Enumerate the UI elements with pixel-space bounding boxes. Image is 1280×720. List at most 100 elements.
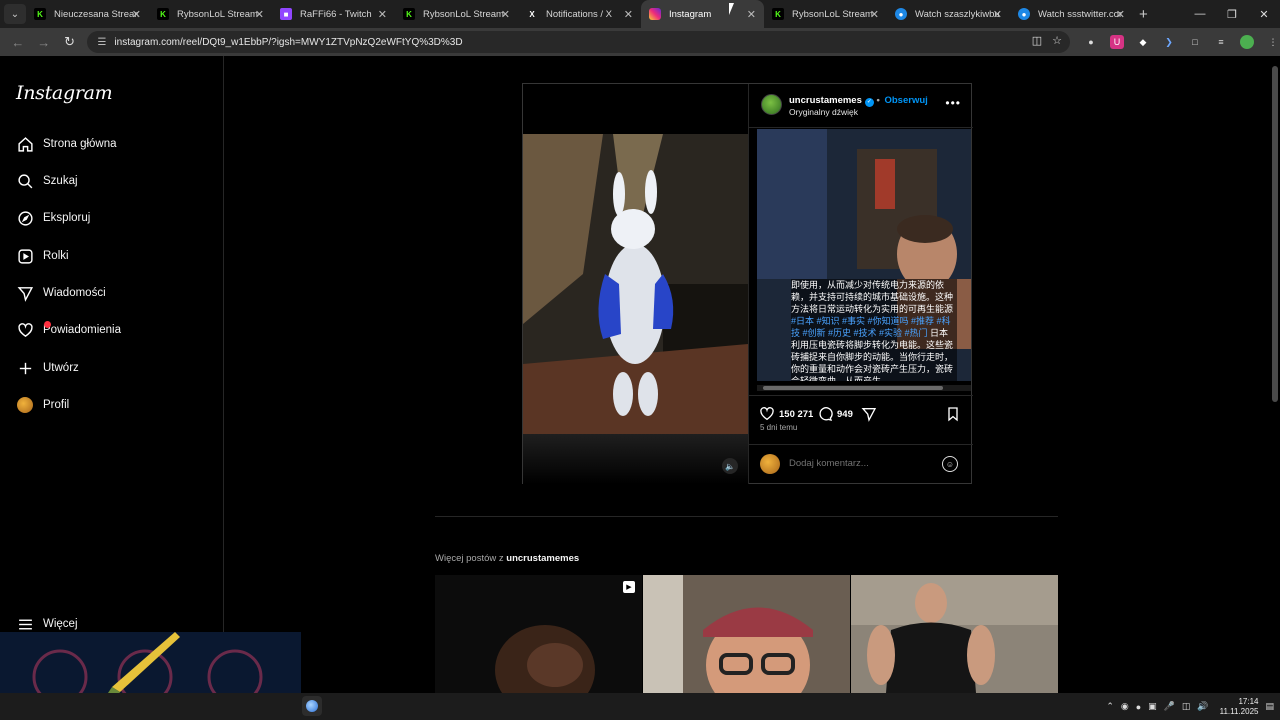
horizontal-scrollbar[interactable] <box>757 385 971 391</box>
extension-icon[interactable]: ● <box>1084 35 1098 49</box>
reel-video[interactable]: 🔈 <box>523 84 748 484</box>
install-app-icon[interactable]: ◫ <box>1032 34 1042 47</box>
extension-icon[interactable]: ◆ <box>1136 35 1150 49</box>
reload-button[interactable]: ↻ <box>58 30 82 54</box>
discord-icon[interactable]: ◉ <box>1121 701 1129 712</box>
tab-close-icon[interactable]: ✕ <box>1116 8 1125 21</box>
post-time[interactable]: 5 dni temu <box>760 423 797 432</box>
reading-list-icon[interactable]: ≡ <box>1214 35 1228 49</box>
author-avatar[interactable] <box>761 94 782 115</box>
microphone-icon[interactable]: 🎤 <box>1164 701 1175 712</box>
bookmark-star-icon[interactable]: ☆ <box>1052 34 1062 47</box>
twitch-icon: ■ <box>280 8 292 20</box>
tab-close-icon[interactable]: ✕ <box>501 8 510 21</box>
nav-label: Powiadomienia <box>43 324 121 336</box>
tab-close-icon[interactable]: ✕ <box>624 8 633 21</box>
extensions-puzzle-icon[interactable]: □ <box>1188 35 1202 49</box>
browser-tab[interactable]: K Nieuczesana Stream ✕ <box>26 0 149 28</box>
tab-close-icon[interactable]: ✕ <box>255 8 264 21</box>
new-tab-button[interactable]: + <box>1139 6 1148 23</box>
url-text: instagram.com/reel/DQt9_w1EbbP/?igsh=MWY… <box>114 36 463 48</box>
nav-label: Rolki <box>43 250 69 262</box>
browser-tab[interactable]: K RybsonLoL Stream - …✕ <box>149 0 272 28</box>
thumbnail-image <box>643 575 850 693</box>
browser-tab[interactable]: K RybsonLoL Stream - …✕ <box>395 0 518 28</box>
tab-close-icon[interactable]: ✕ <box>993 8 1002 21</box>
more-options-icon[interactable]: ••• <box>945 96 961 110</box>
extension-icon[interactable]: ❯ <box>1162 35 1176 49</box>
comments-area[interactable]: 即使用，从而减少对传统电力来源的依赖，并支持可持续的城市基础设施。这种方法将日常… <box>749 129 973 395</box>
extensions-bar: ● U ◆ ❯ □ ≡ ⋮ <box>1084 35 1280 49</box>
current-user-avatar <box>760 454 780 474</box>
messages-icon <box>16 284 34 302</box>
notifications-icon[interactable]: ▤ <box>1265 701 1274 712</box>
comment-input[interactable]: Dodaj komentarz... <box>789 458 869 469</box>
tab-close-icon[interactable]: ✕ <box>870 8 879 21</box>
tab-search-button[interactable]: ⌄ <box>4 4 26 24</box>
browser-tab[interactable]: ● Watch ssstwitter.com ✕ <box>1010 0 1133 28</box>
extension-icon[interactable]: U <box>1109 35 1124 49</box>
clock-time: 17:14 <box>1238 696 1259 706</box>
nav-explore[interactable]: Eksploruj <box>16 206 90 230</box>
taskbar-app-icon[interactable] <box>302 696 322 716</box>
maximize-button[interactable]: ❐ <box>1216 0 1248 28</box>
nav-reels[interactable]: Rolki <box>16 244 69 268</box>
nav-search[interactable]: Szukaj <box>16 169 78 193</box>
site-info-icon[interactable]: ☰ <box>97 37 106 48</box>
volume-icon[interactable]: 🔊 <box>1197 701 1208 712</box>
nav-messages[interactable]: Wiadomości <box>16 281 106 305</box>
profile-avatar-icon[interactable] <box>1239 35 1254 49</box>
back-button[interactable]: ← <box>6 30 30 54</box>
emoji-icon[interactable]: ☺ <box>942 456 958 472</box>
caption-text: 即使用，从而减少对传统电力来源的依赖，并支持可持续的城市基础设施。这种方法将日常… <box>791 280 954 314</box>
tab-label: Watch ssstwitter.com <box>1038 8 1122 20</box>
share-icon <box>861 408 877 422</box>
instagram-logo[interactable]: Instagram <box>16 82 113 104</box>
comments-count: 949 <box>837 408 853 420</box>
tab-close-icon[interactable]: ✕ <box>378 8 387 21</box>
browser-tab[interactable]: K RybsonLoL Stream - …✕ <box>764 0 887 28</box>
nav-label: Strona główna <box>43 138 117 150</box>
tab-close-icon[interactable]: ✕ <box>132 8 141 21</box>
comment-action[interactable]: 949 <box>817 406 853 422</box>
post-card: 🔈 uncrustamemes ✓ • Obserwuj Oryginalny d… <box>522 83 973 484</box>
share-action[interactable] <box>861 406 881 422</box>
browser-tab[interactable]: Instagram ✕ <box>641 0 764 28</box>
tray-chevron-icon[interactable]: ⌃ <box>1106 701 1114 712</box>
browser-menu-icon[interactable]: ⋮ <box>1266 35 1280 49</box>
kick-icon: K <box>34 8 46 20</box>
page-scrollbar[interactable] <box>1270 56 1280 696</box>
network-icon[interactable]: ◫ <box>1182 701 1191 712</box>
nav-notifications[interactable]: Powiadomienia <box>16 318 121 342</box>
taskbar-clock[interactable]: 17:14 11.11.2025 <box>1220 697 1259 717</box>
browser-tab[interactable]: ● Watch szaszlykiwbuk ✕ <box>887 0 1010 28</box>
system-tray: ⌃ ◉ ● ▣ 🎤 ◫ 🔊 17:14 11.11.2025 ▤ <box>1106 693 1274 720</box>
more-posts-prefix: Więcej postów z <box>435 553 507 564</box>
browser-tab[interactable]: ■ RaFFi66 - Twitch ✕ <box>272 0 395 28</box>
thumbnail-image <box>851 575 1058 693</box>
audio-link[interactable]: Oryginalny dźwięk <box>789 107 858 117</box>
browser-tab[interactable]: X Notifications / X ✕ <box>518 0 641 28</box>
reel-badge-icon: ▶ <box>623 581 635 593</box>
address-bar[interactable]: ☰ instagram.com/reel/DQt9_w1EbbP/?igsh=M… <box>87 31 1070 53</box>
more-post-thumbnail[interactable] <box>643 575 850 693</box>
tab-close-icon[interactable]: ✕ <box>747 8 756 21</box>
nav-home[interactable]: Strona główna <box>16 132 117 156</box>
more-posts-user[interactable]: uncrustamemes <box>506 553 579 564</box>
post-header: uncrustamemes ✓ • Obserwuj Oryginalny dźw… <box>749 84 973 128</box>
like-action[interactable]: 150 271 <box>759 406 813 422</box>
minimize-button[interactable]: — <box>1184 0 1216 28</box>
nav-create[interactable]: Utwórz <box>16 356 79 380</box>
bunny-illustration <box>523 134 748 434</box>
author-username[interactable]: uncrustamemes <box>789 95 862 106</box>
save-action[interactable] <box>945 406 965 422</box>
tray-app-icon[interactable]: ▣ <box>1148 701 1157 712</box>
close-window-button[interactable]: ✕ <box>1248 0 1280 28</box>
follow-button[interactable]: Obserwuj <box>884 95 927 106</box>
more-post-thumbnail[interactable] <box>851 575 1058 693</box>
mute-button[interactable]: 🔈 <box>722 458 738 474</box>
forward-button[interactable]: → <box>32 30 56 54</box>
more-post-thumbnail[interactable]: ▶ <box>435 575 642 693</box>
steam-icon[interactable]: ● <box>1136 702 1141 712</box>
nav-profile[interactable]: Profil <box>16 393 69 417</box>
